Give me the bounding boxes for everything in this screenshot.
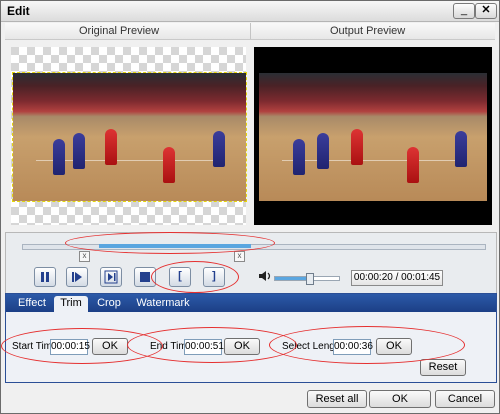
select-length-ok-button[interactable]: OK — [376, 338, 412, 355]
original-preview[interactable] — [11, 47, 247, 225]
select-length-field[interactable]: 00:00:36 — [333, 339, 373, 355]
step-forward-button[interactable] — [66, 267, 88, 287]
close-icon: ✕ — [481, 4, 491, 16]
trim-end-marker[interactable]: x — [234, 251, 245, 262]
stop-button[interactable] — [134, 267, 156, 287]
timeline-selection[interactable] — [99, 244, 251, 248]
basketball-scene-output-image — [259, 73, 487, 201]
preview-divider — [250, 23, 251, 39]
window-title: Edit — [7, 4, 30, 18]
preview-header: Original Preview Output Preview — [5, 23, 495, 40]
original-video-frame[interactable] — [12, 72, 247, 202]
pause-button[interactable] — [34, 267, 56, 287]
volume-level — [275, 277, 309, 280]
mark-in-icon: [ — [178, 270, 182, 282]
minimize-button[interactable]: _ — [453, 3, 475, 19]
volume-slider-handle[interactable] — [305, 273, 314, 285]
tab-effect[interactable]: Effect — [12, 296, 52, 312]
edit-tabs-panel: Effect Trim Crop Watermark Start Time 00… — [5, 293, 497, 383]
step-forward-icon — [72, 272, 82, 282]
next-frame-icon — [104, 270, 118, 284]
volume-icon[interactable] — [258, 269, 272, 283]
pause-icon — [41, 272, 49, 282]
mark-out-icon: ] — [212, 270, 216, 282]
trim-start-marker[interactable]: x — [79, 251, 90, 262]
time-display: 00:00:20 / 00:01:45 — [351, 270, 443, 286]
volume-slider[interactable] — [274, 273, 340, 285]
close-button[interactable]: ✕ — [475, 3, 497, 19]
title-bar: Edit _ ✕ — [1, 1, 499, 22]
start-time-ok-button[interactable]: OK — [92, 338, 128, 355]
reset-all-button[interactable]: Reset all — [307, 390, 367, 408]
edit-window: Edit _ ✕ Original Preview Output Preview — [0, 0, 500, 414]
output-video-frame — [259, 73, 487, 201]
ok-button[interactable]: OK — [369, 390, 431, 408]
next-frame-button[interactable] — [100, 267, 122, 287]
mark-out-button[interactable]: ] — [203, 267, 225, 287]
original-preview-label: Original Preview — [79, 25, 160, 37]
minimize-icon: _ — [460, 4, 468, 16]
cancel-button[interactable]: Cancel — [435, 390, 495, 408]
stop-icon — [140, 272, 150, 282]
end-time-ok-button[interactable]: OK — [224, 338, 260, 355]
tab-crop[interactable]: Crop — [92, 296, 126, 312]
tab-trim[interactable]: Trim — [54, 296, 88, 312]
start-time-field[interactable]: 00:00:15 — [50, 339, 90, 355]
basketball-scene-image — [13, 73, 246, 201]
tab-strip: Effect Trim Crop Watermark — [6, 294, 496, 312]
end-time-field[interactable]: 00:00:51 — [184, 339, 224, 355]
output-preview-label: Output Preview — [330, 25, 406, 37]
dialog-footer: Reset all OK Cancel — [1, 385, 499, 413]
reset-button[interactable]: Reset — [420, 359, 466, 376]
tab-watermark[interactable]: Watermark — [130, 296, 196, 312]
output-preview — [254, 47, 492, 225]
timeline-track[interactable] — [22, 244, 486, 250]
mark-in-button[interactable]: [ — [169, 267, 191, 287]
